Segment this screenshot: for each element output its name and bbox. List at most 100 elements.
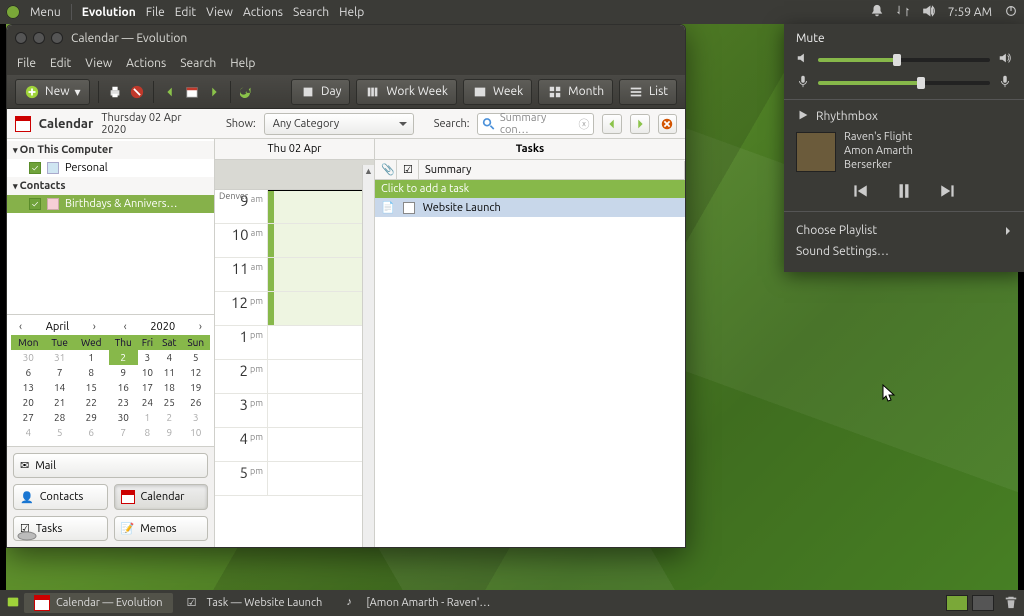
window-close-button[interactable] xyxy=(15,32,27,44)
mc-day[interactable]: 27 xyxy=(11,410,46,425)
view-work-week[interactable]: Work Week xyxy=(356,79,457,105)
switch-contacts[interactable]: 👤Contacts xyxy=(13,484,108,510)
menu-view[interactable]: View xyxy=(85,57,112,70)
mc-day[interactable]: 30 xyxy=(11,350,46,365)
hour-row[interactable]: 2pm xyxy=(215,360,374,394)
menu-file[interactable]: File xyxy=(17,57,36,70)
taskbar-evolution[interactable]: Calendar — Evolution xyxy=(24,593,173,613)
print-button[interactable] xyxy=(107,84,123,100)
mc-day[interactable]: 28 xyxy=(46,410,74,425)
mc-day[interactable]: 8 xyxy=(74,365,109,380)
hour-row[interactable]: 4pm xyxy=(215,428,374,462)
next-button[interactable] xyxy=(206,84,222,100)
media-prev-button[interactable] xyxy=(851,182,869,203)
tasks-col-done[interactable]: ☑ xyxy=(397,160,419,179)
tasks-col-summary[interactable]: Summary xyxy=(419,161,685,179)
mc-day[interactable]: 24 xyxy=(138,395,157,410)
tasks-col-attachment[interactable]: 📎 xyxy=(375,160,397,179)
tree-item-birthdays[interactable]: ✓Birthdays & Annivers… xyxy=(7,195,214,213)
titlebar[interactable]: Calendar — Evolution xyxy=(7,25,685,51)
switch-memos[interactable]: 📝Memos xyxy=(114,516,209,541)
delete-button[interactable] xyxy=(129,84,145,100)
checkbox-icon[interactable]: ✓ xyxy=(29,162,41,174)
mc-day[interactable]: 2 xyxy=(157,410,181,425)
power-icon[interactable] xyxy=(1004,4,1018,21)
mc-day[interactable]: 7 xyxy=(46,365,74,380)
mc-day[interactable]: 10 xyxy=(138,365,157,380)
menu-button[interactable]: Menu xyxy=(30,6,61,19)
today-button[interactable] xyxy=(184,84,200,100)
mc-day[interactable]: 10 xyxy=(181,425,210,440)
all-day-row[interactable] xyxy=(215,160,374,190)
mc-day[interactable]: 22 xyxy=(74,395,109,410)
clock[interactable]: 7:59 AM xyxy=(948,6,992,19)
mc-day[interactable]: 30 xyxy=(109,410,138,425)
workspace-switcher[interactable] xyxy=(946,595,994,611)
mc-day[interactable]: 5 xyxy=(46,425,74,440)
mc-day[interactable]: 17 xyxy=(138,380,157,395)
media-next-button[interactable] xyxy=(939,182,957,203)
tree-heading-computer[interactable]: On This Computer xyxy=(7,141,214,159)
category-combo[interactable]: Any Category xyxy=(264,113,414,135)
view-month[interactable]: Month xyxy=(538,79,613,105)
menu-help[interactable]: Help xyxy=(230,57,255,70)
window-minimize-button[interactable] xyxy=(33,32,45,44)
mc-day[interactable]: 15 xyxy=(74,380,109,395)
media-pause-button[interactable] xyxy=(895,182,913,203)
day-view[interactable]: Thu 02 Apr Denver 9am10am11am12pm1pm2pm3… xyxy=(215,139,375,547)
mc-day[interactable]: 23 xyxy=(109,395,138,410)
trash-icon[interactable] xyxy=(1004,595,1018,612)
search-stop-button[interactable] xyxy=(658,114,678,134)
global-menu-search[interactable]: Search xyxy=(293,6,329,19)
search-next-button[interactable] xyxy=(630,114,650,134)
mc-day[interactable]: 20 xyxy=(11,395,46,410)
mc-next-month[interactable]: › xyxy=(89,321,100,333)
mc-day[interactable]: 11 xyxy=(157,365,181,380)
checkbox-icon[interactable]: ✓ xyxy=(29,198,41,210)
view-day[interactable]: Day xyxy=(291,79,350,105)
global-menu-help[interactable]: Help xyxy=(339,6,364,19)
volume-icon[interactable] xyxy=(922,4,936,21)
mc-day[interactable]: 12 xyxy=(181,365,210,380)
day-scrollbar[interactable] xyxy=(362,165,374,547)
mc-day[interactable]: 1 xyxy=(74,350,109,365)
mini-calendar[interactable]: ‹ April › ‹ 2020 › MonTueWedThuFriSatSun… xyxy=(7,314,214,446)
mc-day[interactable]: 29 xyxy=(74,410,109,425)
distro-logo-icon[interactable] xyxy=(6,5,20,19)
hour-row[interactable]: 1pm xyxy=(215,326,374,360)
mc-day[interactable]: 1 xyxy=(138,410,157,425)
mc-day[interactable]: 26 xyxy=(181,395,210,410)
search-prev-button[interactable] xyxy=(602,114,622,134)
mc-day[interactable]: 25 xyxy=(157,395,181,410)
new-button[interactable]: New ▾ xyxy=(15,79,90,105)
mc-prev-year[interactable]: ‹ xyxy=(120,321,131,333)
search-field[interactable]: Summary con… ⓧ xyxy=(477,113,594,135)
global-menu-edit[interactable]: Edit xyxy=(175,6,196,19)
mc-day[interactable]: 18 xyxy=(157,380,181,395)
network-icon[interactable] xyxy=(896,4,910,21)
mute-toggle[interactable]: Mute xyxy=(796,32,1012,45)
mc-day[interactable]: 9 xyxy=(109,365,138,380)
mc-day[interactable]: 4 xyxy=(11,425,46,440)
mc-day[interactable]: 21 xyxy=(46,395,74,410)
mc-day[interactable]: 19 xyxy=(181,380,210,395)
notification-icon[interactable] xyxy=(870,4,884,21)
tree-heading-contacts[interactable]: Contacts xyxy=(7,177,214,195)
menu-actions[interactable]: Actions xyxy=(126,57,166,70)
hour-row[interactable]: 5pm xyxy=(215,462,374,496)
mc-day[interactable]: 6 xyxy=(11,365,46,380)
tasks-add-hint[interactable]: Click to add a task xyxy=(375,180,685,198)
view-list[interactable]: List xyxy=(619,79,677,105)
mc-day[interactable]: 3 xyxy=(138,350,157,365)
output-volume-slider[interactable] xyxy=(818,58,990,62)
mc-day[interactable]: 3 xyxy=(181,410,210,425)
mc-day[interactable]: 2 xyxy=(109,350,138,365)
menu-edit[interactable]: Edit xyxy=(50,57,71,70)
input-volume-slider[interactable] xyxy=(818,81,990,85)
mc-day[interactable]: 4 xyxy=(157,350,181,365)
hour-row[interactable]: 12pm xyxy=(215,292,374,326)
hour-row[interactable]: 10am xyxy=(215,224,374,258)
taskbar-rhythmbox[interactable]: ♪[Amon Amarth - Raven'… xyxy=(336,594,500,612)
mc-prev-month[interactable]: ‹ xyxy=(15,321,26,333)
clear-search-icon[interactable]: ⓧ xyxy=(578,116,589,132)
